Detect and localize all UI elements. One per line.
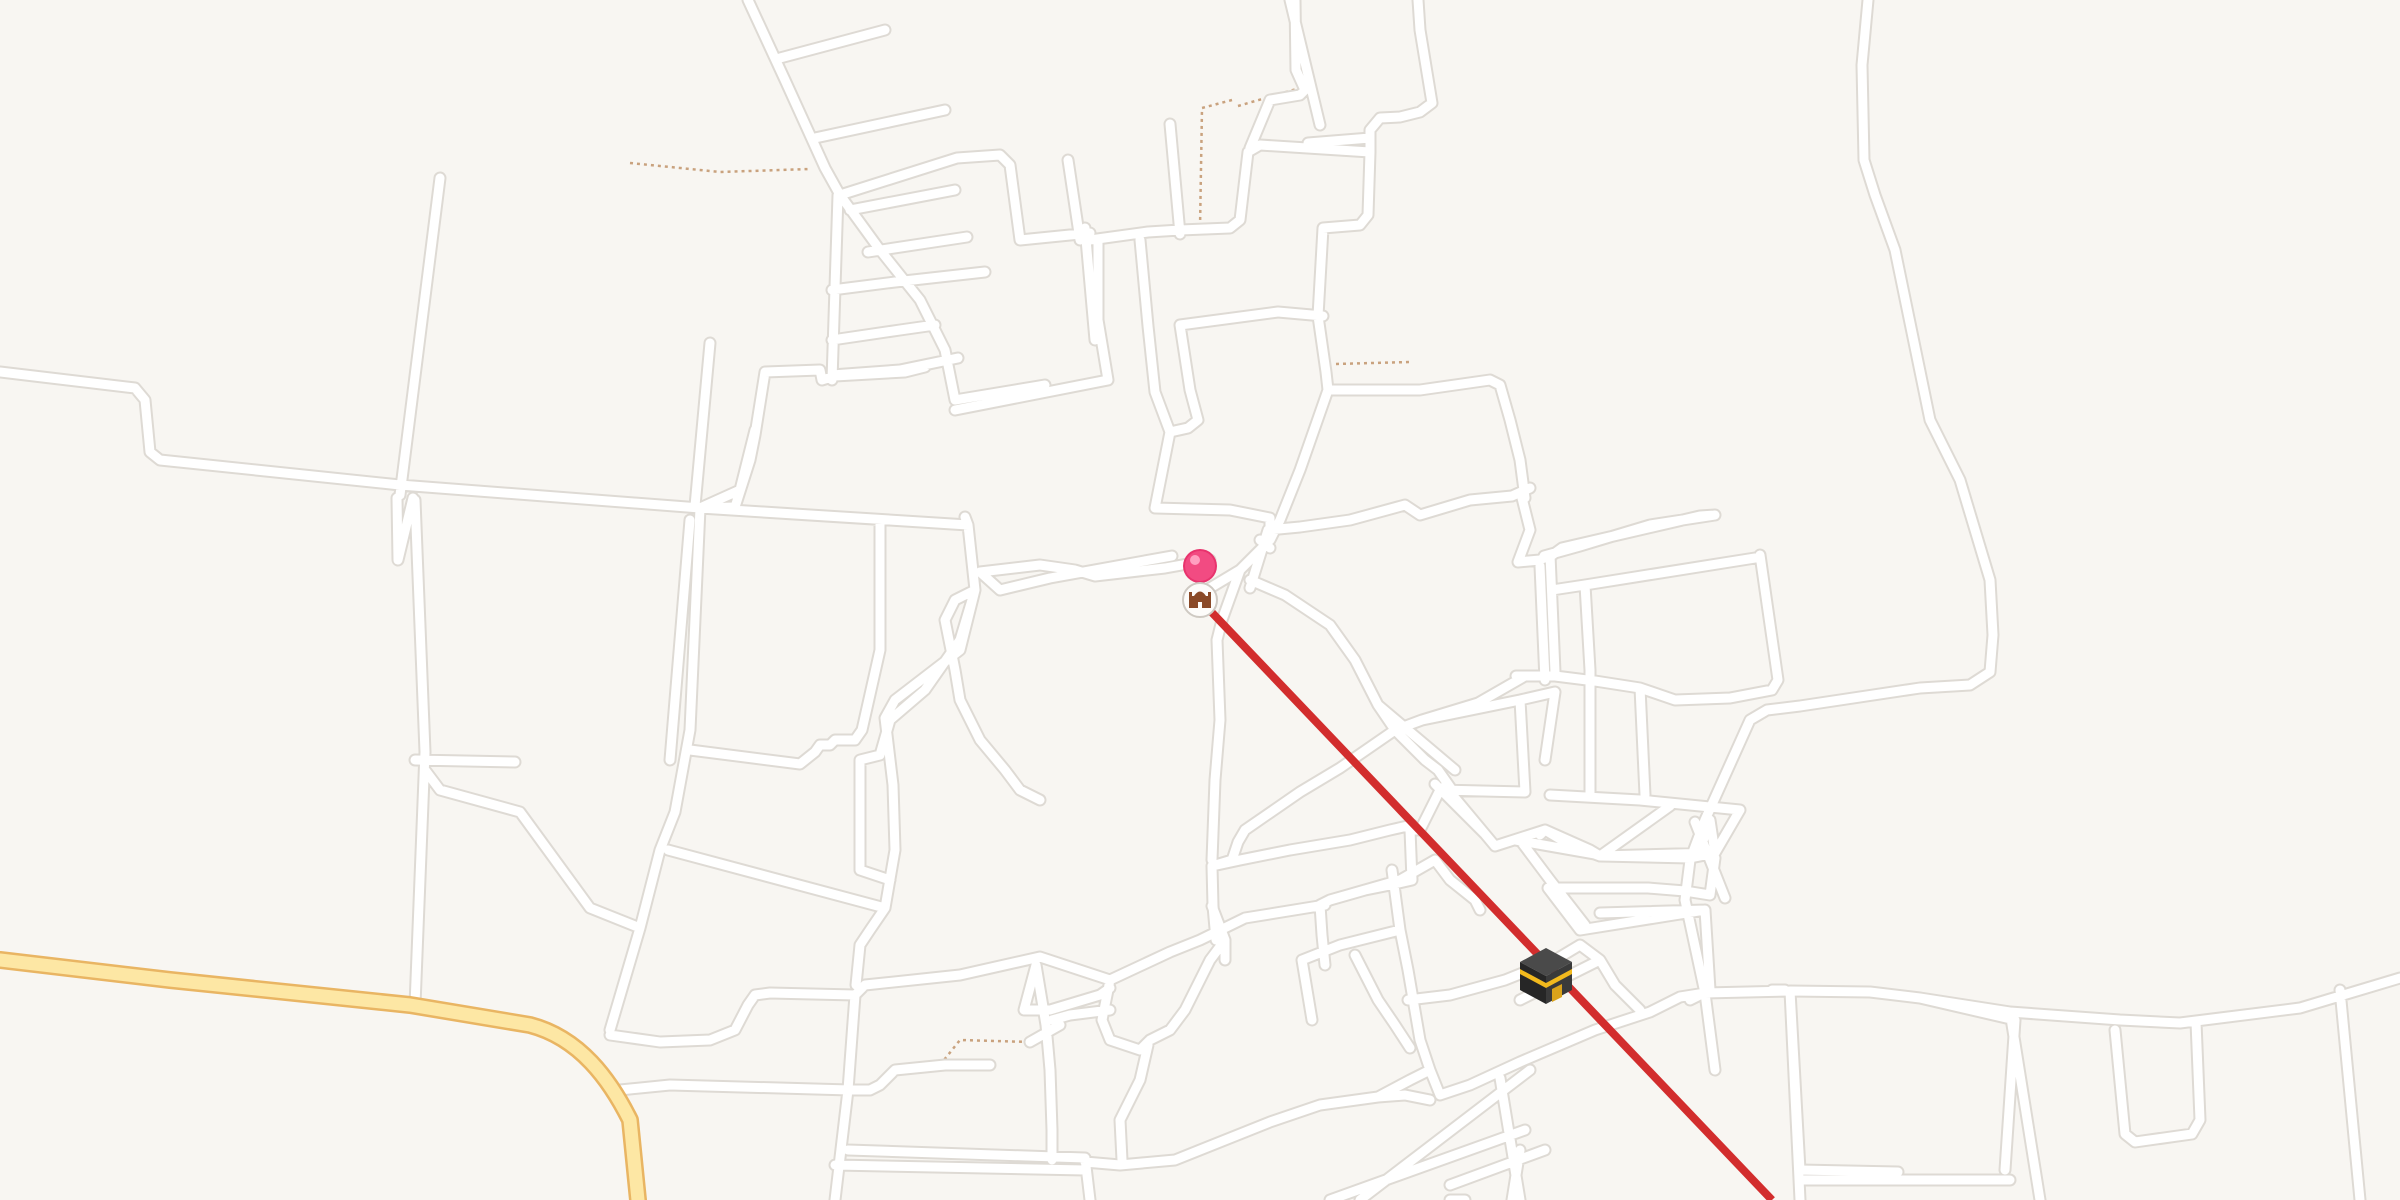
mosque-icon[interactable] (1182, 582, 1218, 618)
map-canvas[interactable] (0, 0, 2400, 1200)
